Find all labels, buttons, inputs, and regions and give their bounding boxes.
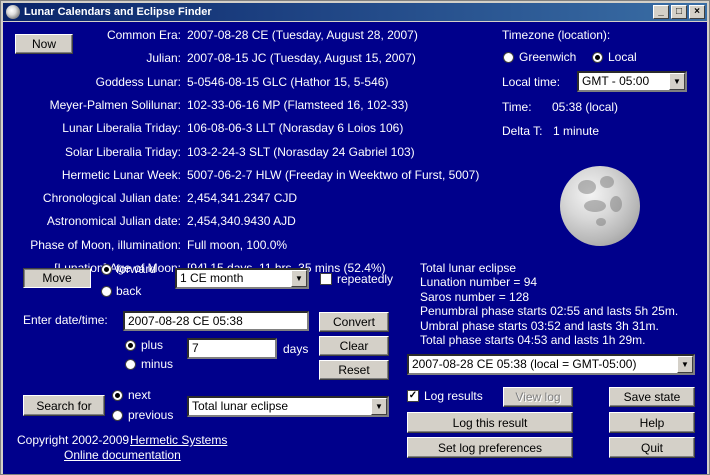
calendar-label: Common Era: <box>106 28 181 42</box>
move-unit-value: 1 CE month <box>180 271 244 285</box>
forward-label[interactable]: forward <box>116 262 156 276</box>
time-value: 05:38 (local) <box>552 100 619 114</box>
local-label[interactable]: Local <box>608 50 637 64</box>
chevron-down-icon[interactable]: ▼ <box>669 73 685 90</box>
calendar-value: 2,454,340.9430 AJD <box>187 214 296 229</box>
search-for-button[interactable]: Search for <box>23 395 105 416</box>
enter-date-label: Enter date/time: <box>23 313 108 327</box>
eclipse-info-line: Umbral phase starts 03:52 and lasts 3h 3… <box>420 318 659 333</box>
move-button[interactable]: Move <box>23 268 91 288</box>
back-label[interactable]: back <box>116 284 141 298</box>
log-this-result-button[interactable]: Log this result <box>407 412 573 433</box>
minimize-icon[interactable]: _ <box>653 5 669 19</box>
calendar-label: Solar Liberalia Triday: <box>64 144 181 159</box>
search-type-select[interactable]: Total lunar eclipse ▼ <box>187 396 389 417</box>
eclipse-info-line: Total lunar eclipse <box>420 261 517 275</box>
eclipse-info-line: Total phase starts 04:53 and lasts 1h 29… <box>420 333 646 347</box>
calendar-label: Astronomical Julian date: <box>46 214 181 229</box>
days-label: days <box>283 342 309 356</box>
online-documentation-link[interactable]: Online documentation <box>64 448 181 462</box>
eclipse-info-line: Penumbral phase starts 02:55 and lasts 5… <box>420 304 679 319</box>
set-log-preferences-button[interactable]: Set log preferences <box>407 437 573 458</box>
eclipse-info-line: Lunation number = 94 <box>420 275 538 290</box>
clear-button[interactable]: Clear <box>319 336 389 356</box>
calendar-label: Goddess Lunar: <box>95 74 181 89</box>
calendar-label: Hermetic Lunar Week: <box>61 167 181 182</box>
moon-app-icon <box>6 5 20 19</box>
calendar-value: 103-2-24-3 SLT (Norasday 24 Gabriel 103) <box>187 144 415 159</box>
calendar-value: 106-08-06-3 LLT (Norasday 6 Loios 106) <box>187 121 404 136</box>
save-state-button[interactable]: Save state <box>609 387 695 407</box>
moon-image <box>560 166 640 246</box>
calendar-value: 2,454,341.2347 CJD <box>187 191 298 206</box>
minus-radio[interactable] <box>125 359 136 370</box>
local-time-label: Local time: <box>502 75 561 89</box>
repeatedly-checkbox[interactable] <box>320 273 332 285</box>
log-results-label[interactable]: Log results <box>424 389 483 403</box>
next-radio[interactable] <box>112 390 123 401</box>
result-select-value: 2007-08-28 CE 05:38 (local = GMT-05:00) <box>412 357 637 371</box>
quit-button[interactable]: Quit <box>609 437 695 458</box>
window-title: Lunar Calendars and Eclipse Finder <box>24 6 212 18</box>
date-time-input[interactable]: 2007-08-28 CE 05:38 <box>123 311 309 331</box>
calendar-value: Full moon, 100.0% <box>187 237 288 252</box>
plus-radio[interactable] <box>125 340 136 351</box>
calendar-value: 2007-08-28 CE (Tuesday, August 28, 2007) <box>187 28 418 42</box>
gmt-offset-select[interactable]: GMT - 05:00 ▼ <box>577 71 687 92</box>
title-bar[interactable]: Lunar Calendars and Eclipse Finder _ □ × <box>3 3 707 21</box>
hermetic-systems-link[interactable]: Hermetic Systems <box>130 433 227 447</box>
gmt-offset-value: GMT - 05:00 <box>582 74 650 88</box>
calendar-value: 5-0546-08-15 GLC (Hathor 15, 5-546) <box>187 74 389 89</box>
repeatedly-label[interactable]: repeatedly <box>337 272 393 286</box>
close-icon[interactable]: × <box>689 5 705 19</box>
greenwich-label[interactable]: Greenwich <box>519 50 576 64</box>
timezone-heading: Timezone (location): <box>502 28 611 42</box>
chevron-down-icon[interactable]: ▼ <box>677 356 693 373</box>
calendar-value: 2007-08-15 JC (Tuesday, August 15, 2007) <box>187 51 416 66</box>
time-label: Time: <box>502 100 532 114</box>
delta-t-label: Delta T: <box>502 124 543 138</box>
back-radio[interactable] <box>101 286 112 297</box>
search-type-value: Total lunar eclipse <box>192 399 289 413</box>
copyright-text: Copyright 2002-2009 <box>17 433 130 447</box>
main-window: Lunar Calendars and Eclipse Finder _ □ ×… <box>0 0 710 475</box>
calendar-value: 5007-06-2-7 HLW (Freeday in Weektwo of F… <box>187 167 480 182</box>
convert-button[interactable]: Convert <box>319 312 389 332</box>
local-radio[interactable] <box>592 52 603 63</box>
eclipse-info-line: Saros number = 128 <box>420 289 530 304</box>
days-input[interactable]: 7 <box>187 338 277 359</box>
maximize-icon[interactable]: □ <box>671 5 687 19</box>
calendar-label: Chronological Julian date: <box>42 191 181 206</box>
calendar-label: Meyer-Palmen Solilunar: <box>49 97 181 112</box>
chevron-down-icon[interactable]: ▼ <box>371 398 387 415</box>
forward-radio[interactable] <box>101 264 112 275</box>
calendar-label: Julian: <box>146 51 181 66</box>
next-label[interactable]: next <box>128 388 151 402</box>
previous-radio[interactable] <box>112 410 123 421</box>
view-log-button[interactable]: View log <box>503 387 573 407</box>
log-results-checkbox[interactable]: ✓ <box>407 390 419 402</box>
move-unit-select[interactable]: 1 CE month ▼ <box>175 268 309 289</box>
greenwich-radio[interactable] <box>503 52 514 63</box>
reset-button[interactable]: Reset <box>319 360 389 380</box>
calendar-label: Lunar Liberalia Triday: <box>62 121 181 136</box>
client-area: Now Common Era: 2007-08-28 CE (Tuesday, A… <box>3 22 707 474</box>
calendar-value: 102-33-06-16 MP (Flamsteed 16, 102-33) <box>187 97 409 112</box>
previous-label[interactable]: previous <box>128 408 173 422</box>
delta-t-value: 1 minute <box>553 124 600 138</box>
result-select[interactable]: 2007-08-28 CE 05:38 (local = GMT-05:00) … <box>407 354 695 375</box>
minus-label[interactable]: minus <box>141 357 173 371</box>
help-button[interactable]: Help <box>609 412 695 433</box>
chevron-down-icon[interactable]: ▼ <box>291 270 307 287</box>
calendar-label: Phase of Moon, illumination: <box>30 237 181 252</box>
plus-label[interactable]: plus <box>141 338 163 352</box>
